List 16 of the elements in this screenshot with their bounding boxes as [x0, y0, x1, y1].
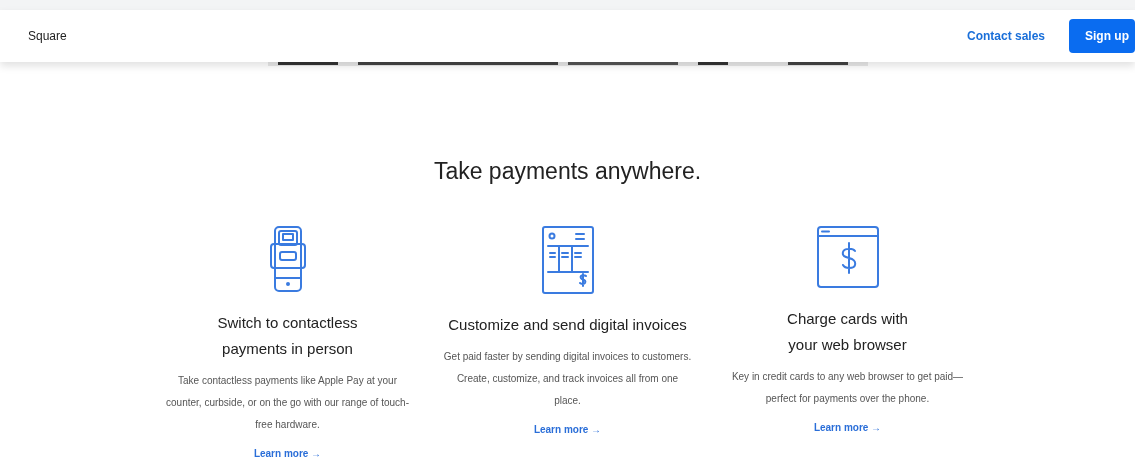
learn-more-link[interactable]: Learn more → — [253, 445, 322, 461]
feature-title: Customize and send digital invoices — [447, 314, 688, 335]
feature-description: Get paid faster by sending digital invoices to customers. Create, customize, and track invoices all from one place. — [442, 349, 693, 408]
terminal-icon — [267, 225, 308, 292]
invoice-icon — [541, 225, 594, 294]
feature-description: Key in credit cards to any web browser to get paid—perfect for payments over the phone. — [730, 369, 965, 406]
brand-name[interactable]: Square — [28, 27, 67, 45]
contact-sales-link[interactable]: Contact sales — [966, 27, 1045, 45]
feature-title: Charge cards with your web browser — [786, 308, 909, 355]
section-heading: Take payments anywhere. — [432, 158, 703, 186]
feature-title: Switch to contactless payments in person — [216, 312, 359, 359]
feature-description: Take contactless payments like Apple Pay at your counter, curbside, or on the go with our range of touch-free hardware. — [165, 373, 410, 432]
learn-more-link[interactable]: Learn more → — [813, 419, 882, 435]
learn-more-link[interactable]: Learn more → — [533, 421, 602, 437]
sign-up-button[interactable]: Sign up — [1069, 19, 1135, 53]
browser-dollar-icon — [816, 225, 879, 288]
